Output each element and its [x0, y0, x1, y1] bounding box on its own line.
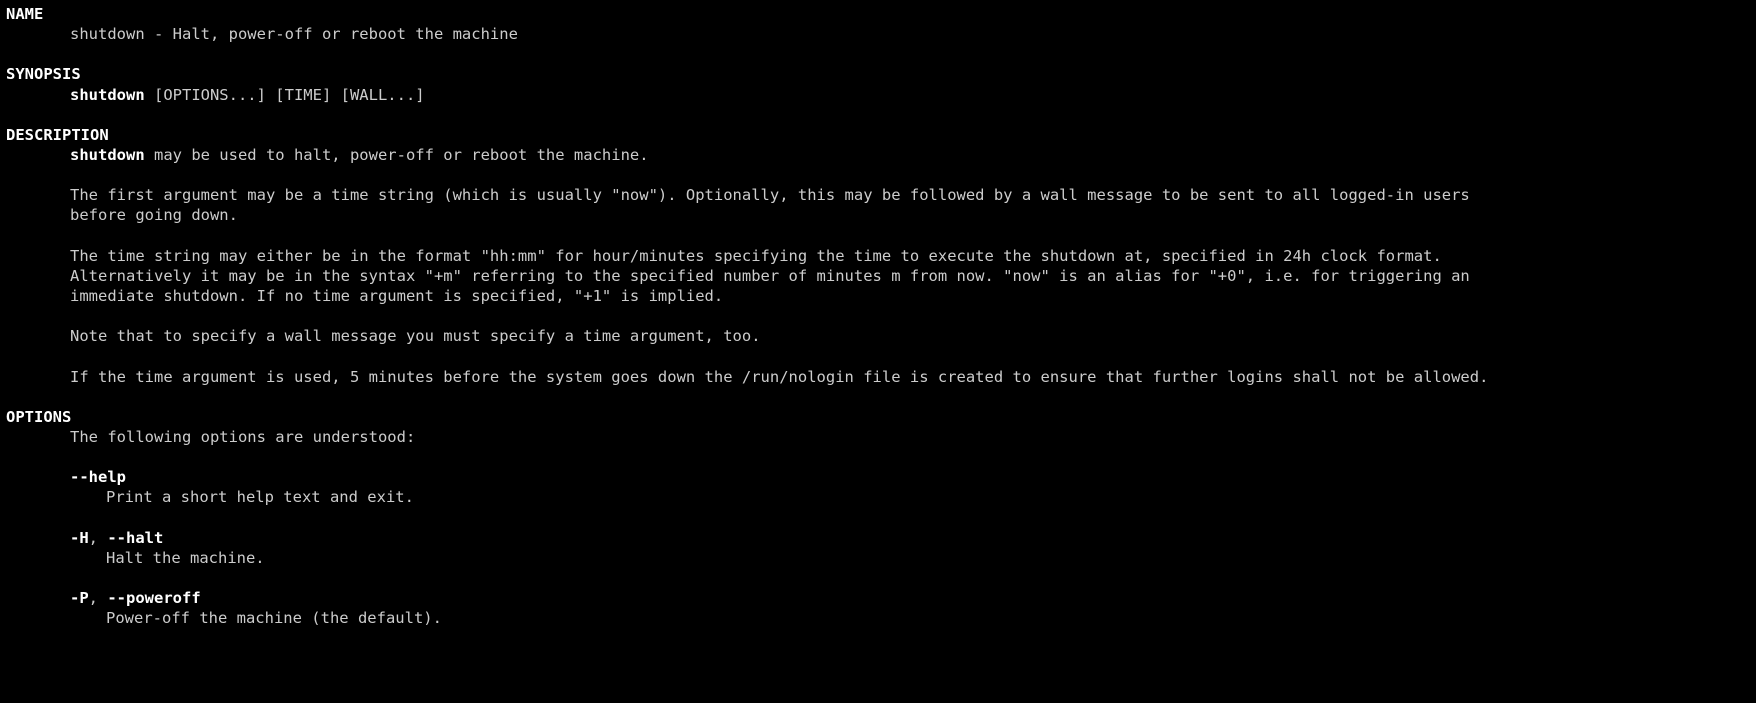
- section-header-name: NAME: [6, 4, 1750, 24]
- description-lead-rest: may be used to halt, power-off or reboot…: [145, 146, 649, 164]
- option-help-flag-text: --help: [70, 468, 126, 486]
- section-header-description: DESCRIPTION: [6, 125, 1750, 145]
- section-header-synopsis: SYNOPSIS: [6, 64, 1750, 84]
- description-p4: Note that to specify a wall message you …: [6, 326, 1750, 346]
- name-line: shutdown - Halt, power-off or reboot the…: [6, 24, 1750, 44]
- man-page: NAME shutdown - Halt, power-off or reboo…: [0, 0, 1756, 648]
- option-halt-desc: Halt the machine.: [6, 548, 1750, 568]
- option-poweroff-desc: Power-off the machine (the default).: [6, 608, 1750, 628]
- option-halt-sep: ,: [89, 529, 108, 547]
- description-p3c: immediate shutdown. If no time argument …: [6, 286, 1750, 306]
- option-help-flag: --help: [6, 467, 1750, 487]
- synopsis-line: shutdown [OPTIONS...] [TIME] [WALL...]: [6, 85, 1750, 105]
- description-p5: If the time argument is used, 5 minutes …: [6, 367, 1750, 387]
- description-p2a: The first argument may be a time string …: [6, 185, 1750, 205]
- option-help-desc: Print a short help text and exit.: [6, 487, 1750, 507]
- description-p3a: The time string may either be in the for…: [6, 246, 1750, 266]
- description-lead: shutdown may be used to halt, power-off …: [6, 145, 1750, 165]
- section-header-options: OPTIONS: [6, 407, 1750, 427]
- synopsis-command: shutdown: [70, 86, 145, 104]
- synopsis-args: [OPTIONS...] [TIME] [WALL...]: [145, 86, 425, 104]
- option-halt-short: -H: [70, 529, 89, 547]
- option-poweroff-sep: ,: [89, 589, 108, 607]
- description-p2b: before going down.: [6, 205, 1750, 225]
- options-intro: The following options are understood:: [6, 427, 1750, 447]
- option-halt-long: --halt: [107, 529, 163, 547]
- option-poweroff-short: -P: [70, 589, 89, 607]
- option-poweroff-long: --poweroff: [107, 589, 200, 607]
- option-poweroff-flags: -P, --poweroff: [6, 588, 1750, 608]
- description-p3b: Alternatively it may be in the syntax "+…: [6, 266, 1750, 286]
- option-halt-flags: -H, --halt: [6, 528, 1750, 548]
- description-command: shutdown: [70, 146, 145, 164]
